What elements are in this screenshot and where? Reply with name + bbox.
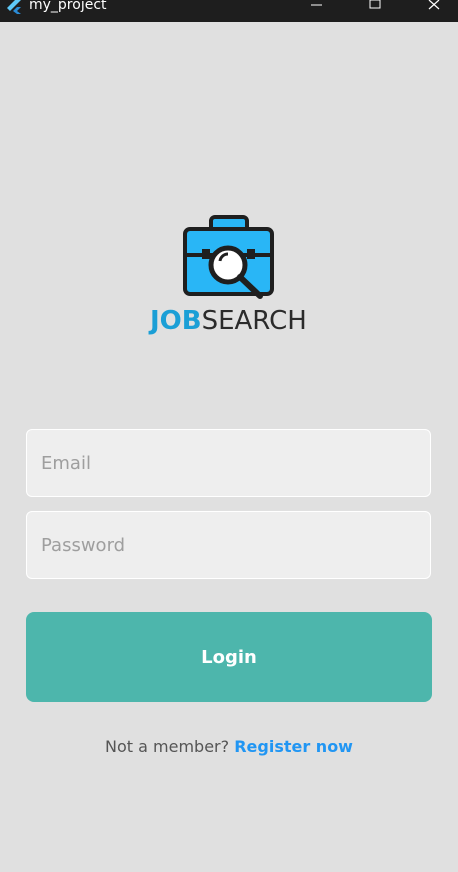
- email-input[interactable]: [27, 430, 430, 496]
- maximize-icon[interactable]: [352, 0, 398, 14]
- register-link[interactable]: Register now: [234, 737, 353, 756]
- email-field[interactable]: [26, 429, 431, 497]
- minimize-icon[interactable]: [294, 0, 340, 14]
- login-button[interactable]: Login: [26, 612, 432, 702]
- window-title: my_project: [29, 0, 107, 13]
- logo-text: JOBSEARCH: [150, 306, 310, 336]
- password-field[interactable]: [26, 511, 431, 579]
- logo-text-search: SEARCH: [201, 306, 307, 336]
- not-member-text: Not a member?: [105, 737, 230, 756]
- window-titlebar: my_project: [0, 0, 458, 22]
- password-input[interactable]: [27, 512, 430, 578]
- register-row: Not a member? Register now: [0, 737, 458, 756]
- close-icon[interactable]: [411, 0, 457, 14]
- logo-text-job: JOB: [150, 306, 202, 336]
- flutter-icon: [7, 0, 21, 14]
